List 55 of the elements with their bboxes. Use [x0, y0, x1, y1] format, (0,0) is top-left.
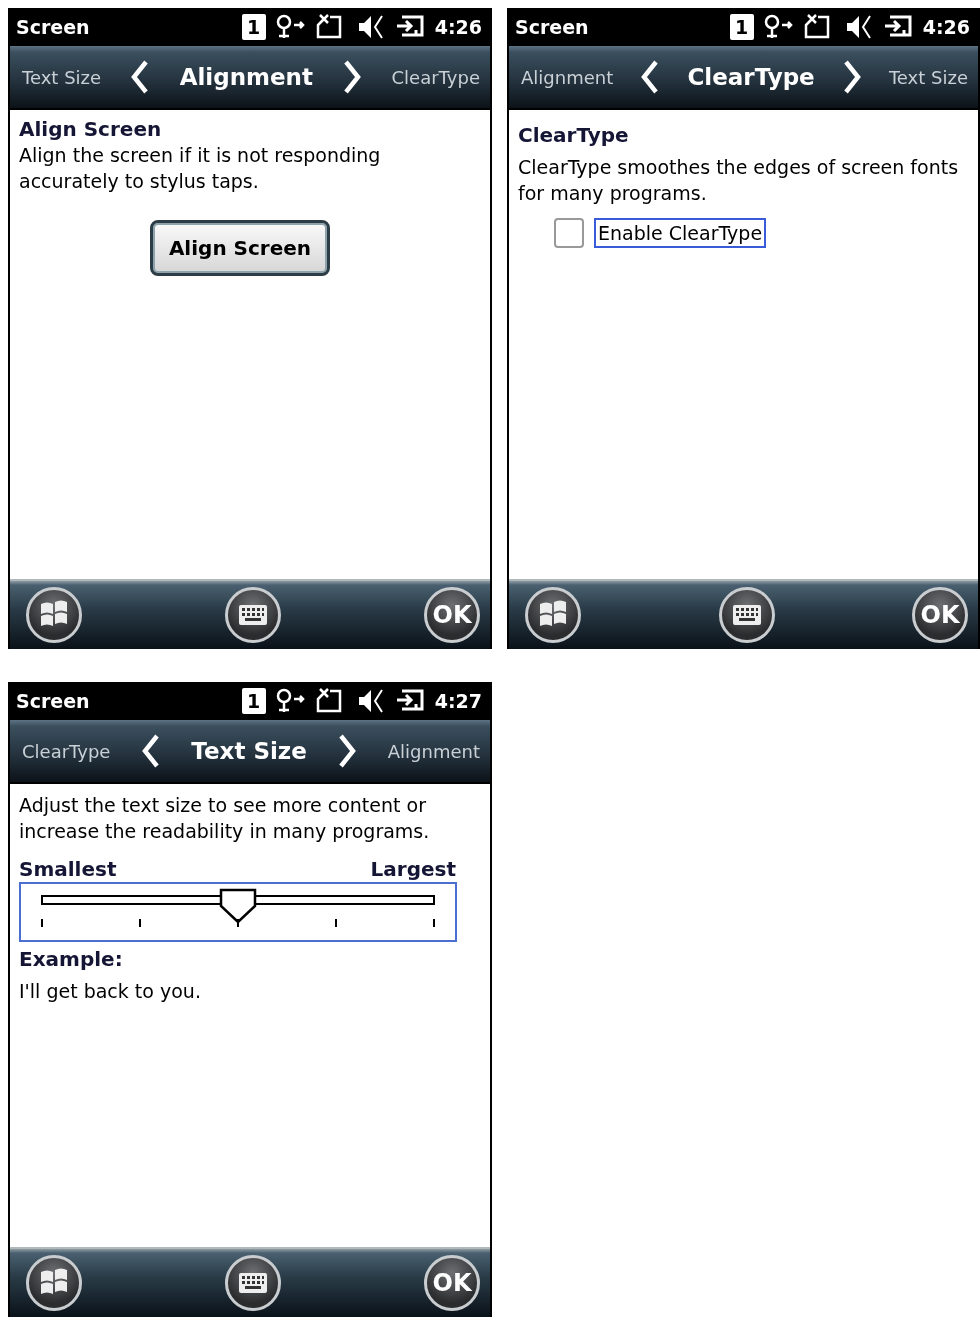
tab[interactable]: Text Size [888, 66, 968, 88]
start-button[interactable] [525, 587, 581, 643]
checkbox[interactable] [554, 218, 584, 248]
tab[interactable]: Text Size [191, 738, 307, 764]
ok-button[interactable]: OK [424, 1255, 480, 1311]
keyboard-button[interactable] [225, 587, 281, 643]
keyboard-icon [731, 604, 762, 626]
ok-button[interactable]: OK [424, 587, 480, 643]
tab[interactable]: Alignment [387, 740, 480, 762]
chevron-right-icon[interactable] [842, 60, 861, 94]
network-icon [274, 688, 307, 714]
checkbox-label[interactable]: Enable ClearType [594, 218, 767, 248]
start-button[interactable] [26, 587, 82, 643]
notification-badge: 1 [729, 14, 754, 40]
speaker-muted-icon [356, 687, 385, 715]
chevron-left-icon[interactable] [641, 60, 660, 94]
chevron-left-icon[interactable] [131, 60, 150, 94]
notification-badge: 1 [241, 688, 266, 714]
clock-time: 4:26 [434, 16, 482, 38]
tab[interactable]: Alignment [179, 64, 313, 90]
ok-button[interactable]: OK [912, 587, 968, 643]
network-icon [274, 14, 307, 40]
start-button[interactable] [26, 1255, 82, 1311]
tab[interactable]: Alignment [521, 66, 614, 88]
section-heading: Align Screen [19, 116, 163, 142]
speaker-muted-icon [844, 13, 873, 41]
slider-thumb[interactable] [219, 888, 257, 924]
keyboard-icon [238, 604, 268, 626]
app-title: Screen [16, 16, 91, 38]
tab[interactable]: Text Size [22, 66, 102, 88]
app-title: Screen [16, 690, 91, 712]
chevron-right-icon[interactable] [343, 60, 362, 94]
app-title: Screen [515, 16, 590, 38]
slider-min-label: Smallest [19, 856, 117, 882]
clock-time: 4:27 [434, 690, 482, 712]
tab[interactable]: ClearType [22, 740, 111, 762]
section-heading: ClearType [518, 122, 630, 148]
slider-max-label: Largest [370, 856, 456, 882]
chevron-left-icon[interactable] [141, 734, 160, 768]
description-text: Adjust the text size to see more content or increase the readability in many programs. [19, 793, 431, 844]
network-icon [762, 14, 795, 40]
keyboard-button[interactable] [225, 1255, 281, 1311]
text-size-slider[interactable] [19, 882, 457, 942]
speaker-muted-icon [356, 13, 385, 41]
description-text: ClearType smoothes the edges of screen fonts for many programs. [518, 155, 960, 206]
tab[interactable]: ClearType [687, 64, 815, 90]
keyboard-icon [238, 1272, 268, 1294]
chevron-right-icon[interactable] [338, 734, 357, 768]
description-text: Align the screen if it is not responding accurately to stylus taps. [19, 143, 382, 194]
notification-badge: 1 [241, 14, 266, 40]
clock-time: 4:26 [922, 16, 970, 38]
tab[interactable]: ClearType [391, 66, 480, 88]
example-label: Example: [19, 946, 124, 972]
example-text: I'll get back to you. [19, 979, 202, 1004]
align-screen-button[interactable]: Align Screen [149, 220, 331, 276]
